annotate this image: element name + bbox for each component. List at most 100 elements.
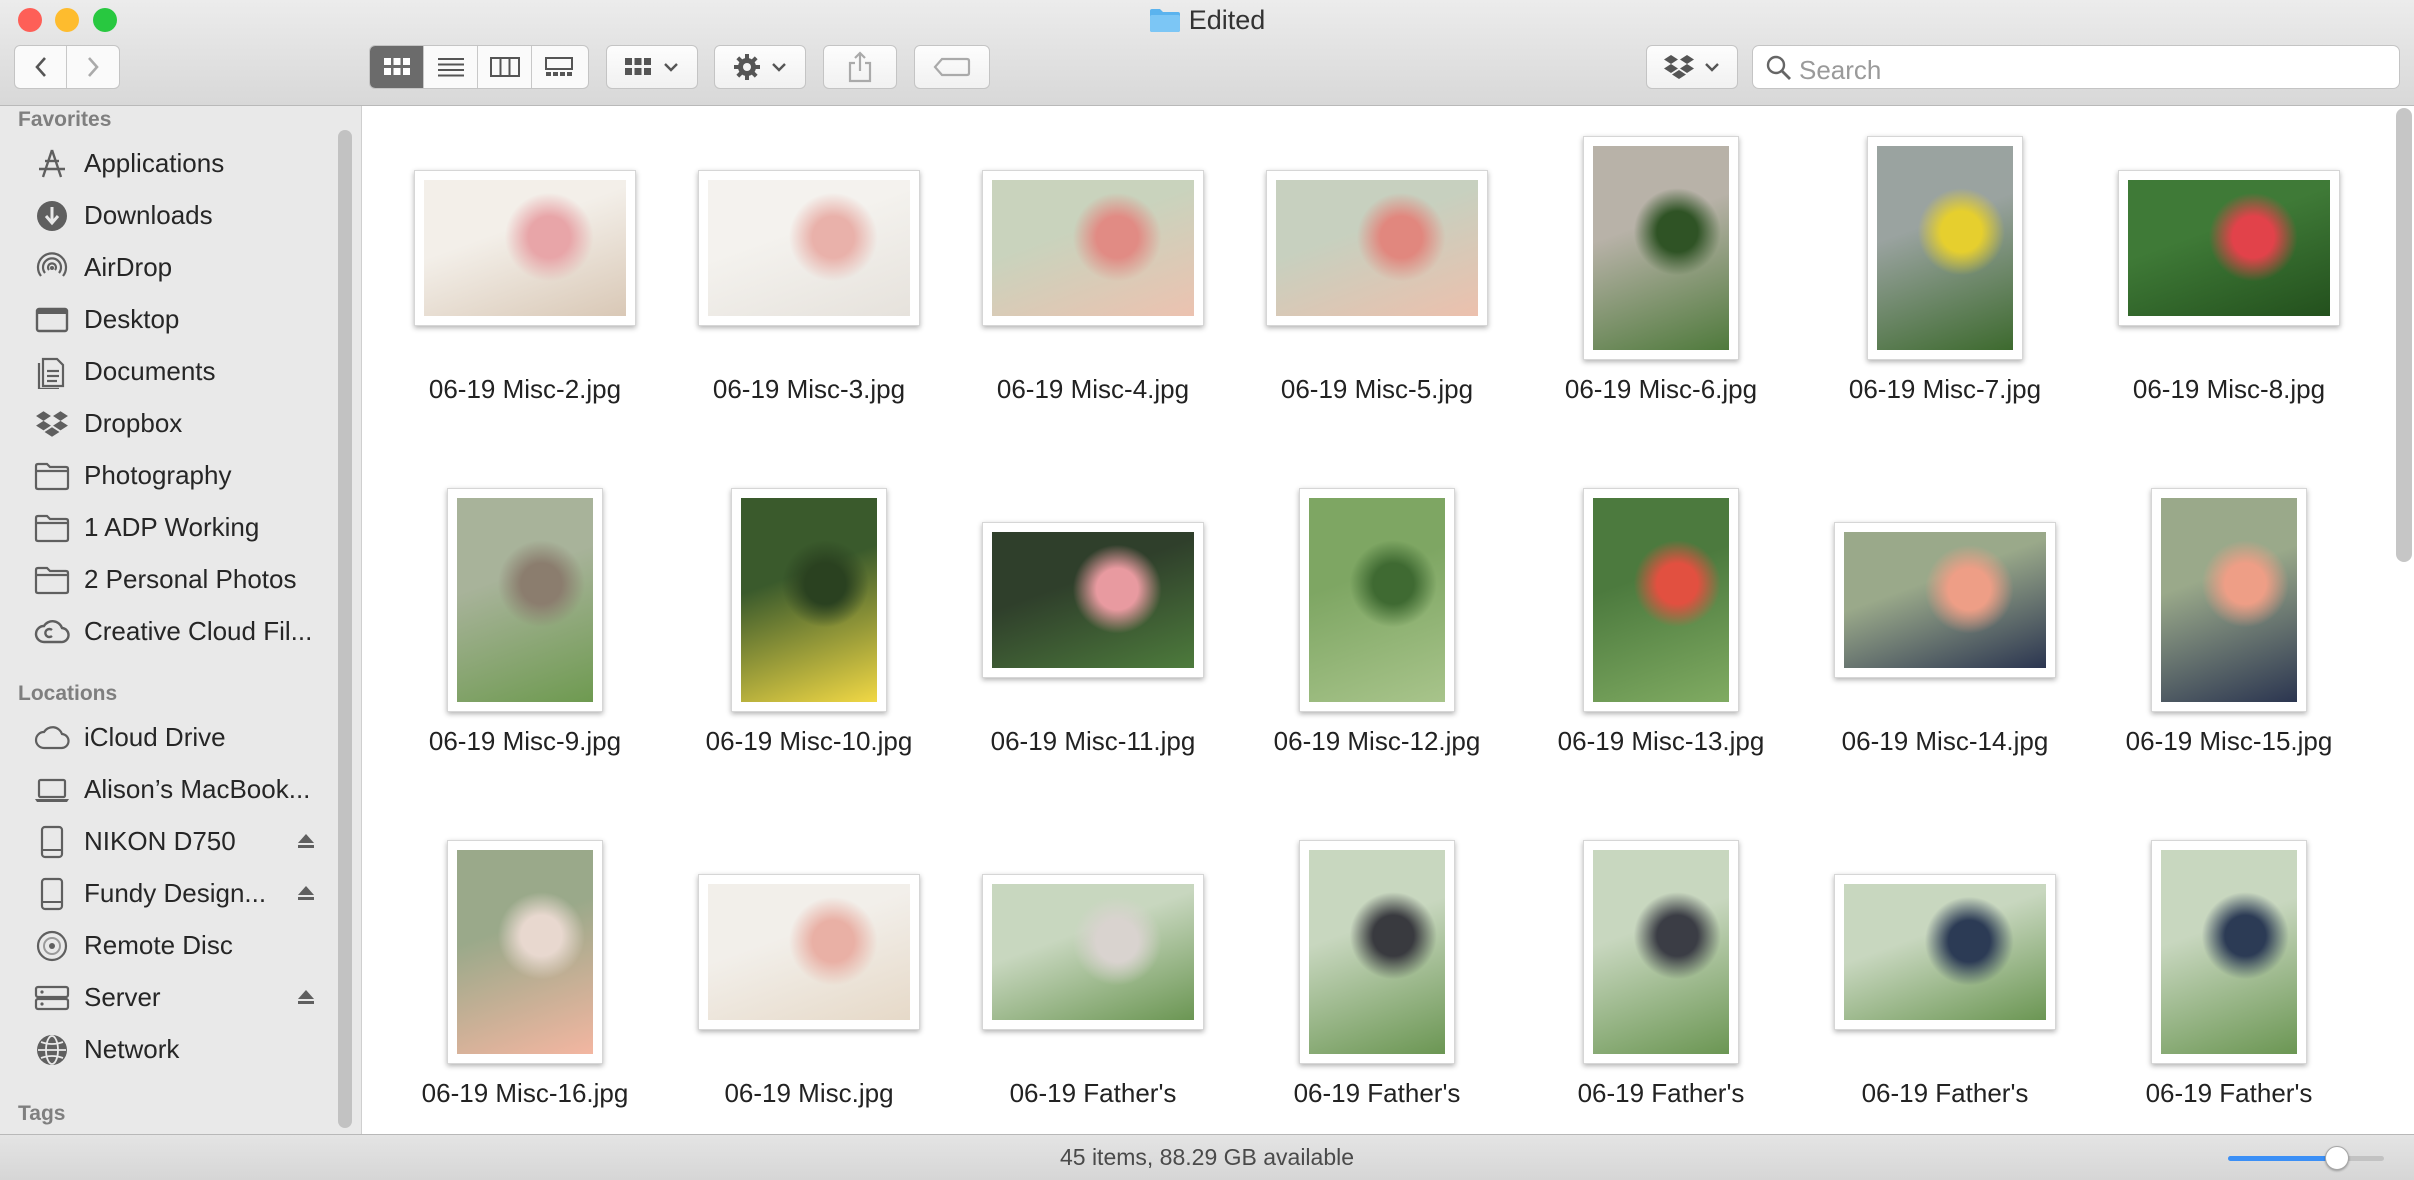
sidebar-item-photography[interactable]: Photography bbox=[0, 454, 340, 498]
file-thumbnail[interactable] bbox=[698, 874, 920, 1030]
file-thumbnail[interactable] bbox=[1583, 840, 1739, 1064]
gallery-view-button[interactable] bbox=[532, 46, 586, 88]
icon-size-slider-knob[interactable] bbox=[2325, 1146, 2350, 1170]
file-thumbnail[interactable] bbox=[1583, 488, 1739, 712]
file-thumbnail[interactable] bbox=[731, 488, 887, 712]
file-thumbnail[interactable] bbox=[1867, 136, 2023, 360]
file-item[interactable]: 06-19 Misc-5.jpg bbox=[1242, 136, 1512, 466]
sidebar-item-alison-s-macbook[interactable]: Alison’s MacBook... bbox=[0, 768, 340, 812]
sidebar-item-fundy-design[interactable]: Fundy Design... bbox=[0, 872, 340, 916]
file-thumbnail[interactable] bbox=[2151, 840, 2307, 1064]
action-button[interactable] bbox=[714, 45, 806, 89]
file-thumbnail[interactable] bbox=[1834, 874, 2056, 1030]
content-scrollbar[interactable] bbox=[2396, 108, 2412, 562]
file-item[interactable]: 06-19 Misc.jpg bbox=[674, 840, 944, 1134]
sidebar-item-dropbox[interactable]: Dropbox bbox=[0, 402, 340, 446]
file-thumbnail[interactable] bbox=[982, 170, 1204, 326]
drive-icon bbox=[34, 824, 70, 860]
sidebar-item-2-personal-photos[interactable]: 2 Personal Photos bbox=[0, 558, 340, 602]
sidebar-item-creative-cloud-fil[interactable]: Creative Cloud Fil... bbox=[0, 610, 340, 654]
file-item[interactable]: 06-19 Misc-4.jpg bbox=[958, 136, 1228, 466]
share-button[interactable] bbox=[823, 45, 897, 89]
sidebar-item-desktop[interactable]: Desktop bbox=[0, 298, 340, 342]
file-thumbnail[interactable] bbox=[1834, 522, 2056, 678]
search-field[interactable]: Search bbox=[1752, 45, 2400, 89]
file-name: 06-19 Father's bbox=[1293, 1078, 1461, 1108]
tags-button[interactable] bbox=[914, 45, 990, 89]
sidebar-item-1-adp-working[interactable]: 1 ADP Working bbox=[0, 506, 340, 550]
file-name: 06-19 Misc-16.jpg bbox=[421, 1078, 629, 1108]
desktop-icon bbox=[34, 302, 70, 338]
file-thumbnail[interactable] bbox=[982, 522, 1204, 678]
file-item[interactable]: 06-19 Misc-6.jpg bbox=[1526, 136, 1796, 466]
file-thumbnail[interactable] bbox=[982, 874, 1204, 1030]
sidebar-item-label: Creative Cloud Fil... bbox=[84, 616, 313, 646]
file-thumbnail[interactable] bbox=[1266, 170, 1488, 326]
sidebar-item-remote-disc[interactable]: Remote Disc bbox=[0, 924, 340, 968]
sidebar-item-network[interactable]: Network bbox=[0, 1028, 340, 1072]
back-button[interactable] bbox=[15, 46, 67, 88]
eject-button[interactable] bbox=[296, 988, 316, 1011]
eject-button[interactable] bbox=[296, 884, 316, 907]
sidebar-item-label: Dropbox bbox=[84, 408, 183, 438]
file-name: 06-19 Misc.jpg bbox=[724, 1078, 894, 1108]
file-thumbnail[interactable] bbox=[2151, 488, 2307, 712]
file-item[interactable]: 06-19 Father's bbox=[1242, 840, 1512, 1134]
sidebar-item-downloads[interactable]: Downloads bbox=[0, 194, 340, 238]
list-view-button[interactable] bbox=[424, 46, 478, 88]
file-name: 06-19 Misc-10.jpg bbox=[705, 726, 913, 756]
folder-icon bbox=[34, 510, 70, 546]
file-item[interactable]: 06-19 Misc-9.jpg bbox=[390, 488, 660, 818]
eject-icon[interactable] bbox=[296, 832, 316, 850]
file-item[interactable]: 06-19 Father's bbox=[2094, 840, 2364, 1134]
icon-size-slider[interactable] bbox=[2228, 1146, 2384, 1170]
file-item[interactable]: 06-19 Misc-12.jpg bbox=[1242, 488, 1512, 818]
column-view-button[interactable] bbox=[478, 46, 532, 88]
eject-icon[interactable] bbox=[296, 884, 316, 902]
dropbox-menu-button[interactable] bbox=[1646, 45, 1738, 89]
file-thumbnail[interactable] bbox=[1299, 488, 1455, 712]
eject-button[interactable] bbox=[296, 832, 316, 855]
eject-icon[interactable] bbox=[296, 988, 316, 1006]
file-item[interactable]: 06-19 Misc-15.jpg bbox=[2094, 488, 2364, 818]
file-name: 06-19 Misc-12.jpg bbox=[1273, 726, 1481, 756]
drive-icon bbox=[34, 876, 70, 912]
chevron-left-icon bbox=[34, 57, 46, 77]
file-item[interactable]: 06-19 Misc-13.jpg bbox=[1526, 488, 1796, 818]
gallery-view-icon bbox=[545, 57, 573, 76]
file-thumbnail[interactable] bbox=[1299, 840, 1455, 1064]
file-thumbnail[interactable] bbox=[447, 488, 603, 712]
sidebar-item-icloud-drive[interactable]: iCloud Drive bbox=[0, 716, 340, 760]
file-item[interactable]: 06-19 Misc-2.jpg bbox=[390, 136, 660, 466]
file-name: 06-19 Misc-11.jpg bbox=[990, 726, 1196, 756]
file-name: 06-19 Father's bbox=[2145, 1078, 2313, 1108]
file-item[interactable]: 06-19 Misc-7.jpg bbox=[1810, 136, 2080, 466]
file-item[interactable]: 06-19 Misc-10.jpg bbox=[674, 488, 944, 818]
photo-preview bbox=[1309, 850, 1445, 1054]
group-by-button[interactable] bbox=[606, 45, 698, 89]
file-thumbnail[interactable] bbox=[447, 840, 603, 1064]
file-item[interactable]: 06-19 Misc-14.jpg bbox=[1810, 488, 2080, 818]
file-thumbnail[interactable] bbox=[2118, 170, 2340, 326]
sidebar-item-server[interactable]: Server bbox=[0, 976, 340, 1020]
file-name: 06-19 Misc-5.jpg bbox=[1280, 374, 1474, 404]
file-item[interactable]: 06-19 Father's bbox=[1810, 840, 2080, 1134]
file-thumbnail[interactable] bbox=[698, 170, 920, 326]
sidebar-item-nikon-d750[interactable]: NIKON D750 bbox=[0, 820, 340, 864]
file-thumbnail[interactable] bbox=[414, 170, 636, 326]
file-item[interactable]: 06-19 Father's bbox=[958, 840, 1228, 1134]
file-thumbnail[interactable] bbox=[1583, 136, 1739, 360]
downloads-icon bbox=[34, 198, 70, 234]
file-item[interactable]: 06-19 Misc-8.jpg bbox=[2094, 136, 2364, 466]
sidebar-item-applications[interactable]: Applications bbox=[0, 142, 340, 186]
file-item[interactable]: 06-19 Misc-3.jpg bbox=[674, 136, 944, 466]
file-item[interactable]: 06-19 Misc-11.jpg bbox=[958, 488, 1228, 818]
sidebar-item-label: NIKON D750 bbox=[84, 826, 236, 856]
sidebar-item-airdrop[interactable]: AirDrop bbox=[0, 246, 340, 290]
sidebar-scrollbar[interactable] bbox=[338, 130, 352, 1128]
forward-button[interactable] bbox=[67, 46, 119, 88]
sidebar-item-documents[interactable]: Documents bbox=[0, 350, 340, 394]
icon-view-button[interactable] bbox=[370, 46, 424, 88]
file-item[interactable]: 06-19 Misc-16.jpg bbox=[390, 840, 660, 1134]
file-item[interactable]: 06-19 Father's bbox=[1526, 840, 1796, 1134]
